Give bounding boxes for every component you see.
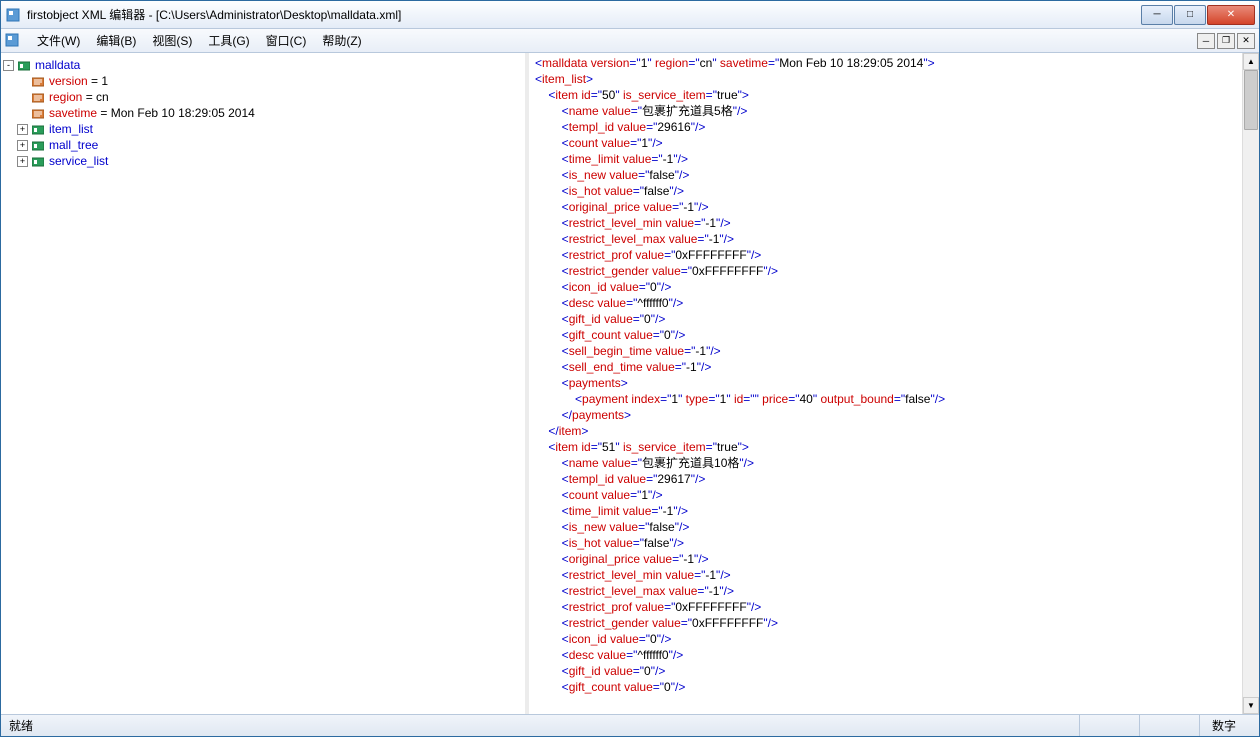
- xml-line[interactable]: <is_hot value="false"/>: [535, 183, 1236, 199]
- xml-line[interactable]: <templ_id value="29617"/>: [535, 471, 1236, 487]
- titlebar[interactable]: firstobject XML 编辑器 - [C:\Users\Administ…: [1, 1, 1259, 29]
- menubar: 文件(W) 编辑(B) 视图(S) 工具(G) 窗口(C) 帮助(Z) ─ ❐ …: [1, 29, 1259, 53]
- xml-line[interactable]: <gift_count value="0"/>: [535, 327, 1236, 343]
- doc-icon: [5, 33, 21, 49]
- tree-child[interactable]: +mall_tree: [3, 137, 523, 153]
- xml-line[interactable]: <restrict_prof value="0xFFFFFFFF"/>: [535, 247, 1236, 263]
- xml-line[interactable]: <item id="51" is_service_item="true">: [535, 439, 1236, 455]
- tree-child[interactable]: +item_list: [3, 121, 523, 137]
- menu-tools[interactable]: 工具(G): [200, 29, 257, 52]
- xml-line[interactable]: <is_new value="false"/>: [535, 167, 1236, 183]
- xml-line[interactable]: <item id="50" is_service_item="true">: [535, 87, 1236, 103]
- tree-panel[interactable]: -malldataversion = 1region = cnsavetime …: [1, 53, 529, 714]
- menu-file[interactable]: 文件(W): [29, 29, 88, 52]
- attribute-icon: [31, 89, 45, 105]
- status-cell-1: [1079, 715, 1139, 736]
- xml-line[interactable]: <is_hot value="false"/>: [535, 535, 1236, 551]
- xml-line[interactable]: <sell_begin_time value="-1"/>: [535, 343, 1236, 359]
- scroll-down-button[interactable]: ▼: [1243, 697, 1259, 714]
- xml-line[interactable]: <item_list>: [535, 71, 1236, 87]
- xml-line[interactable]: <original_price value="-1"/>: [535, 551, 1236, 567]
- status-cell-2: [1139, 715, 1199, 736]
- xml-line[interactable]: <icon_id value="0"/>: [535, 631, 1236, 647]
- xml-line[interactable]: <restrict_level_max value="-1"/>: [535, 231, 1236, 247]
- xml-line[interactable]: </item>: [535, 423, 1236, 439]
- xml-line[interactable]: <count value="1"/>: [535, 135, 1236, 151]
- xml-line[interactable]: <name value="包裹扩充道具10格"/>: [535, 455, 1236, 471]
- xml-line[interactable]: <restrict_gender value="0xFFFFFFFF"/>: [535, 615, 1236, 631]
- statusbar: 就绪 数字: [1, 714, 1259, 736]
- menu-edit[interactable]: 编辑(B): [88, 29, 144, 52]
- app-icon: [5, 7, 21, 23]
- xml-line[interactable]: <icon_id value="0"/>: [535, 279, 1236, 295]
- element-icon: [17, 57, 31, 73]
- status-ready: 就绪: [1, 717, 1079, 734]
- attribute-icon: [31, 73, 45, 89]
- tree-attr[interactable]: savetime = Mon Feb 10 18:29:05 2014: [3, 105, 523, 121]
- xml-line[interactable]: <name value="包裹扩充道具5格"/>: [535, 103, 1236, 119]
- mdi-close-button[interactable]: ✕: [1237, 33, 1255, 49]
- xml-line[interactable]: <time_limit value="-1"/>: [535, 151, 1236, 167]
- expand-icon[interactable]: +: [17, 156, 28, 167]
- content-area: -malldataversion = 1region = cnsavetime …: [1, 53, 1259, 714]
- window-controls: ─ □ ✕: [1140, 5, 1255, 25]
- tree-attr[interactable]: region = cn: [3, 89, 523, 105]
- scroll-track[interactable]: [1243, 70, 1259, 697]
- app-window: firstobject XML 编辑器 - [C:\Users\Administ…: [0, 0, 1260, 737]
- mdi-controls: ─ ❐ ✕: [1195, 33, 1255, 49]
- xml-line[interactable]: <restrict_level_min value="-1"/>: [535, 567, 1236, 583]
- xml-line[interactable]: <count value="1"/>: [535, 487, 1236, 503]
- xml-line[interactable]: <time_limit value="-1"/>: [535, 503, 1236, 519]
- status-num: 数字: [1199, 715, 1259, 736]
- xml-line[interactable]: <desc value="^ffffff0"/>: [535, 295, 1236, 311]
- tree-child[interactable]: +service_list: [3, 153, 523, 169]
- element-icon: [31, 121, 45, 137]
- xml-line[interactable]: <payments>: [535, 375, 1236, 391]
- element-icon: [31, 153, 45, 169]
- menu-help[interactable]: 帮助(Z): [314, 29, 369, 52]
- collapse-icon[interactable]: -: [3, 60, 14, 71]
- xml-line[interactable]: <desc value="^ffffff0"/>: [535, 647, 1236, 663]
- element-icon: [31, 137, 45, 153]
- expand-icon[interactable]: +: [17, 124, 28, 135]
- xml-line[interactable]: <gift_id value="0"/>: [535, 663, 1236, 679]
- attribute-icon: [31, 105, 45, 121]
- xml-line[interactable]: <gift_count value="0"/>: [535, 679, 1236, 695]
- xml-line[interactable]: <is_new value="false"/>: [535, 519, 1236, 535]
- expand-icon[interactable]: +: [17, 140, 28, 151]
- xml-line[interactable]: <sell_end_time value="-1"/>: [535, 359, 1236, 375]
- xml-source-panel[interactable]: <malldata version="1" region="cn" saveti…: [529, 53, 1242, 714]
- xml-line[interactable]: <restrict_prof value="0xFFFFFFFF"/>: [535, 599, 1236, 615]
- xml-line[interactable]: <gift_id value="0"/>: [535, 311, 1236, 327]
- minimize-button[interactable]: ─: [1141, 5, 1173, 25]
- xml-line[interactable]: <restrict_gender value="0xFFFFFFFF"/>: [535, 263, 1236, 279]
- tree-attr[interactable]: version = 1: [3, 73, 523, 89]
- xml-line[interactable]: </payments>: [535, 407, 1236, 423]
- close-button[interactable]: ✕: [1207, 5, 1255, 25]
- scroll-thumb[interactable]: [1244, 70, 1258, 130]
- maximize-button[interactable]: □: [1174, 5, 1206, 25]
- xml-line[interactable]: <templ_id value="29616"/>: [535, 119, 1236, 135]
- xml-line[interactable]: <restrict_level_max value="-1"/>: [535, 583, 1236, 599]
- mdi-minimize-button[interactable]: ─: [1197, 33, 1215, 49]
- scroll-up-button[interactable]: ▲: [1243, 53, 1259, 70]
- window-title: firstobject XML 编辑器 - [C:\Users\Administ…: [27, 6, 1140, 23]
- tree-root[interactable]: -malldata: [3, 57, 523, 73]
- xml-line[interactable]: <original_price value="-1"/>: [535, 199, 1236, 215]
- xml-line[interactable]: <malldata version="1" region="cn" saveti…: [535, 55, 1236, 71]
- xml-line[interactable]: <restrict_level_min value="-1"/>: [535, 215, 1236, 231]
- mdi-restore-button[interactable]: ❐: [1217, 33, 1235, 49]
- menu-window[interactable]: 窗口(C): [258, 29, 315, 52]
- vertical-scrollbar[interactable]: ▲ ▼: [1242, 53, 1259, 714]
- menu-view[interactable]: 视图(S): [144, 29, 200, 52]
- xml-line[interactable]: <payment index="1" type="1" id="" price=…: [535, 391, 1236, 407]
